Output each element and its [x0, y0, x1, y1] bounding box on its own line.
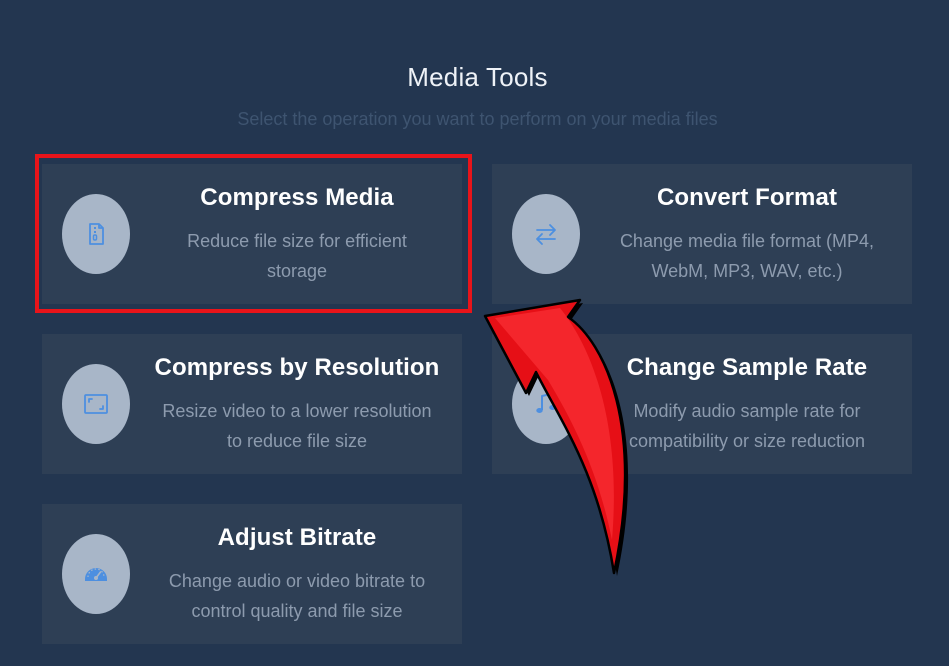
page-title: Media Tools [407, 62, 548, 92]
convert-format-card[interactable]: Convert Format Change media file format … [492, 164, 912, 304]
music-note-icon [536, 392, 556, 413]
page-subtitle: Select the operation you want to perform… [237, 109, 718, 129]
convert-format-icon-circle [512, 194, 580, 274]
compress-by-resolution-card[interactable]: Compress by Resolution Resize video to a… [42, 334, 462, 474]
compress-media-icon-circle [62, 194, 130, 274]
arrows-exchange-icon [536, 224, 556, 245]
change-sample-rate-card[interactable]: Change Sample Rate Modify audio sample r… [492, 334, 912, 474]
compress-by-resolution-title: Compress by Resolution [154, 354, 440, 381]
adjust-bitrate-description: Change audio or video bitrate to control… [168, 571, 426, 621]
compress-media-card[interactable]: Compress Media Reduce file size for effi… [42, 164, 462, 304]
change-sample-rate-description: Modify audio sample rate for compatibili… [628, 401, 866, 451]
compress-media-description: Reduce file size for efficient storage [187, 231, 407, 281]
adjust-bitrate-card[interactable]: Adjust Bitrate Change audio or video bit… [42, 504, 462, 644]
change-sample-rate-icon-circle [512, 364, 580, 444]
compress-media-title: Compress Media [200, 184, 394, 211]
compress-by-resolution-icon-circle [62, 364, 130, 444]
convert-format-description: Change media file format (MP4, WebM, MP3… [619, 231, 875, 281]
compress-by-resolution-description: Resize video to a lower resolution to re… [162, 401, 432, 451]
gauge-icon [85, 568, 107, 581]
change-sample-rate-title: Change Sample Rate [626, 354, 868, 381]
adjust-bitrate-icon-circle [62, 534, 130, 614]
media-tools-page: Media Tools Select the operation you wan… [0, 0, 949, 666]
convert-format-title: Convert Format [656, 184, 838, 211]
expand-frame-icon [84, 394, 108, 414]
adjust-bitrate-title: Adjust Bitrate [217, 524, 377, 551]
file-zipper-icon [89, 223, 104, 245]
